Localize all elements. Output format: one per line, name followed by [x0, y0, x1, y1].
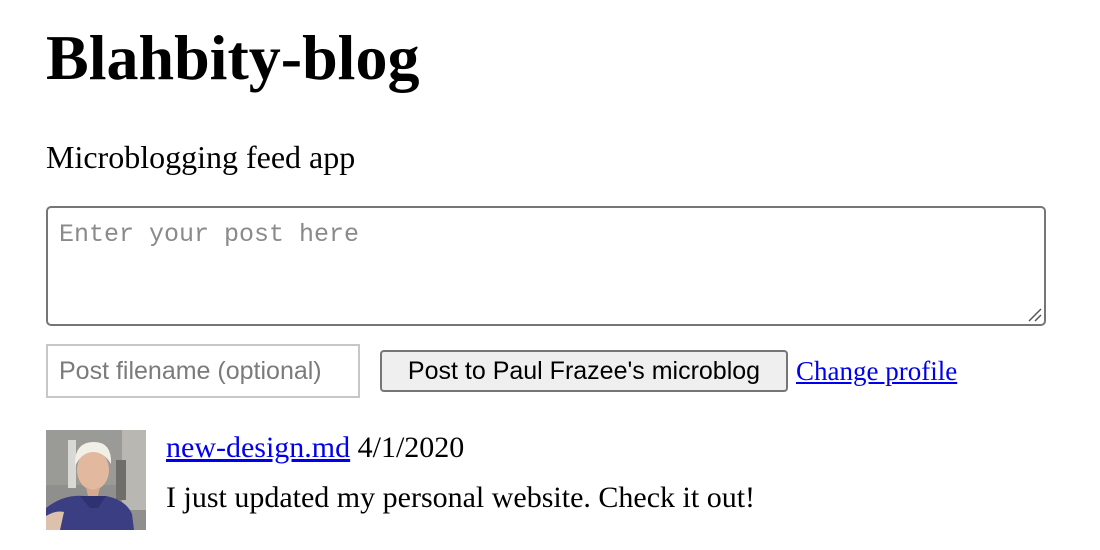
post-date: 4/1/2020	[357, 431, 465, 464]
post-filename-input[interactable]	[46, 344, 360, 398]
post-submit-button[interactable]: Post to Paul Frazee's microblog	[380, 350, 788, 392]
user-avatar	[46, 430, 146, 530]
post-filename-link[interactable]: new-design.md	[166, 431, 350, 464]
change-profile-link[interactable]: Change profile	[796, 354, 957, 388]
post-meta: new-design.md 4/1/2020	[166, 430, 464, 466]
page-subtitle: Microblogging feed app	[46, 139, 356, 175]
post-body-text: I just updated my personal website. Chec…	[166, 481, 756, 514]
post-content-textarea[interactable]	[46, 206, 1046, 326]
page-title: Blahbity-blog	[46, 22, 420, 93]
user-avatar-photo-icon	[46, 430, 146, 530]
